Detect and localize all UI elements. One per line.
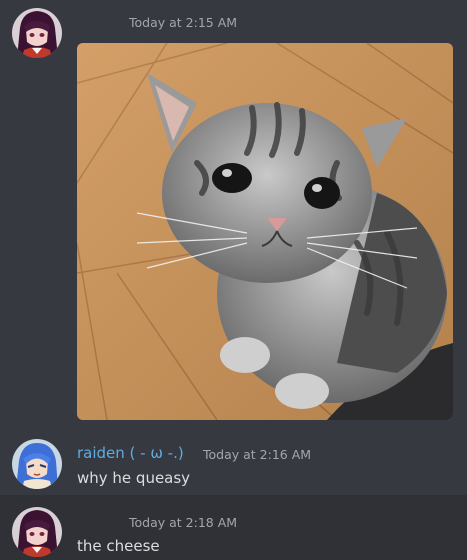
message-group-3: Today at 2:18 AM the cheese <box>0 495 467 560</box>
message-timestamp: Today at 2:15 AM <box>129 15 238 30</box>
message-timestamp: Today at 2:18 AM <box>129 515 238 530</box>
cat-photo <box>77 43 453 420</box>
avatar[interactable] <box>12 507 62 557</box>
message-group-2: raiden ( - ω -.) Today at 2:16 AM why he… <box>0 430 467 495</box>
message-text: why he queasy <box>77 469 191 487</box>
message-text: the cheese <box>77 537 160 555</box>
cat-photo-attachment[interactable] <box>77 43 453 420</box>
message-author[interactable]: raiden ( - ω -.) <box>77 444 184 462</box>
avatar[interactable] <box>12 439 62 489</box>
message-timestamp: Today at 2:16 AM <box>203 447 312 462</box>
avatar[interactable] <box>12 8 62 58</box>
message-group-1: Today at 2:15 AM <box>0 0 467 430</box>
chat-messages: Today at 2:15 AM raiden (- ω -.) Today … <box>0 0 467 560</box>
